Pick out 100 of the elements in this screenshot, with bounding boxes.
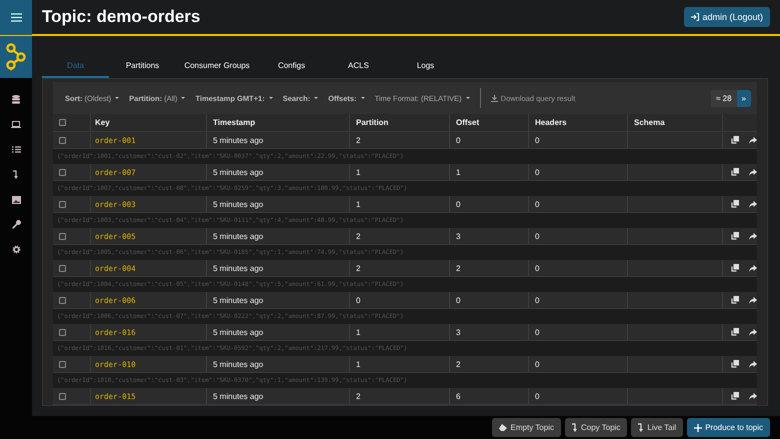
logo[interactable] — [0, 35, 32, 78]
action-button[interactable]: Produce to topic — [687, 418, 770, 437]
table-cell: 0 — [529, 356, 628, 372]
tab[interactable]: Consumer Groups — [176, 56, 258, 78]
table-cell: 5 minutes ago — [207, 388, 350, 404]
copy-icon[interactable] — [731, 136, 739, 144]
table-cell: 5 minutes ago — [207, 132, 350, 148]
checkbox[interactable] — [59, 392, 66, 400]
copy-icon[interactable] — [731, 328, 739, 336]
down-arrow-icon[interactable] — [13, 170, 19, 179]
share-arrow-icon[interactable] — [749, 360, 757, 368]
table-cell: 1 — [350, 356, 450, 372]
table-cell: 1 — [350, 196, 450, 212]
copy-icon[interactable] — [731, 168, 739, 176]
checkbox[interactable] — [59, 168, 66, 176]
copy-icon[interactable] — [731, 200, 739, 208]
menu-button[interactable] — [0, 0, 32, 35]
table-cell: 5 minutes ago — [207, 292, 350, 308]
share-arrow-icon[interactable] — [749, 200, 757, 208]
copy-icon[interactable] — [731, 296, 739, 304]
table-cell: 3 — [450, 228, 529, 244]
table-cell: 0 — [450, 196, 529, 212]
table-cell: 0 — [450, 132, 529, 148]
table-cell: 2 — [350, 388, 450, 404]
next-page-button[interactable]: » — [736, 90, 751, 106]
column-header: Offset — [450, 114, 529, 131]
table-cell: 5 minutes ago — [207, 324, 350, 340]
nodes-logo-icon — [6, 43, 26, 71]
table-cell: 0 — [450, 292, 529, 308]
checkbox[interactable] — [59, 360, 66, 368]
table-cell: 1 — [450, 164, 529, 180]
column-header: Schema — [628, 114, 723, 131]
table-cell: 0 — [529, 196, 628, 212]
eraser-icon — [498, 424, 508, 432]
table-cell: 2 — [450, 356, 529, 372]
table-cell: 1 — [350, 164, 450, 180]
checkbox[interactable] — [59, 136, 66, 144]
table-cell: 0 — [529, 228, 628, 244]
table-cell: 3 — [450, 324, 529, 340]
table-cell: 5 minutes ago — [207, 260, 350, 276]
table-cell: 0 — [529, 260, 628, 276]
table-cell: 5 minutes ago — [207, 164, 350, 180]
menu-icon — [10, 13, 22, 22]
share-arrow-icon[interactable] — [749, 328, 757, 336]
action-button[interactable]: Live Tail — [631, 418, 684, 437]
table-cell: 2 — [350, 260, 450, 276]
share-arrow-icon[interactable] — [749, 232, 757, 240]
table-cell: 2 — [350, 132, 450, 148]
checkbox[interactable] — [59, 296, 66, 304]
table-cell: 0 — [350, 292, 450, 308]
share-arrow-icon[interactable] — [749, 168, 757, 176]
table-cell: 5 minutes ago — [207, 356, 350, 372]
down-arrow-icon — [572, 423, 578, 432]
table-cell: 0 — [529, 324, 628, 340]
plus-icon — [694, 424, 702, 432]
copy-icon[interactable] — [731, 264, 739, 272]
share-arrow-icon[interactable] — [749, 296, 757, 304]
logout-button[interactable]: admin (Logout) — [684, 7, 770, 27]
column-header: Timestamp — [207, 114, 350, 131]
tab[interactable]: Configs — [258, 56, 325, 78]
share-arrow-icon[interactable] — [749, 392, 757, 400]
action-button[interactable]: Copy Topic — [564, 418, 628, 437]
login-arrow-icon — [691, 13, 700, 21]
laptop-icon[interactable] — [11, 121, 21, 128]
table-cell: 0 — [529, 164, 628, 180]
share-arrow-icon[interactable] — [749, 264, 757, 272]
copy-icon[interactable] — [731, 360, 739, 368]
table-cell: 5 minutes ago — [207, 196, 350, 212]
tab[interactable]: Partitions — [109, 56, 176, 78]
table-cell: 6 — [450, 388, 529, 404]
checkbox[interactable] — [59, 328, 66, 336]
table-cell: 0 — [529, 292, 628, 308]
checkbox[interactable] — [59, 200, 66, 208]
action-button[interactable]: Empty Topic — [492, 418, 561, 437]
settings-icon[interactable] — [12, 245, 20, 254]
image-icon[interactable] — [12, 196, 20, 204]
column-header: Headers — [529, 114, 628, 131]
table-cell: 5 minutes ago — [207, 228, 350, 244]
checkbox[interactable] — [59, 232, 66, 240]
list-icon[interactable] — [12, 146, 20, 153]
checkbox[interactable] — [59, 119, 66, 126]
table-cell: 2 — [450, 260, 529, 276]
table-cell: 2 — [350, 228, 450, 244]
download-icon — [490, 94, 498, 102]
table-cell: 0 — [529, 388, 628, 404]
column-header: Partition — [350, 114, 450, 131]
table-cell: 0 — [529, 132, 628, 148]
column-header: Key — [91, 114, 207, 131]
tab[interactable]: Logs — [392, 56, 459, 78]
down-arrow-icon — [638, 423, 644, 432]
tab[interactable]: ACLS — [325, 56, 392, 78]
page-title: Topic: demo-orders — [42, 7, 200, 27]
copy-icon[interactable] — [731, 232, 739, 240]
database-icon[interactable] — [12, 95, 20, 104]
copy-icon[interactable] — [731, 392, 739, 400]
table-cell: 1 — [350, 324, 450, 340]
share-arrow-icon[interactable] — [749, 136, 757, 144]
checkbox[interactable] — [59, 264, 66, 272]
key-icon[interactable] — [12, 220, 20, 229]
message-count: ≈ 28 — [711, 90, 737, 106]
